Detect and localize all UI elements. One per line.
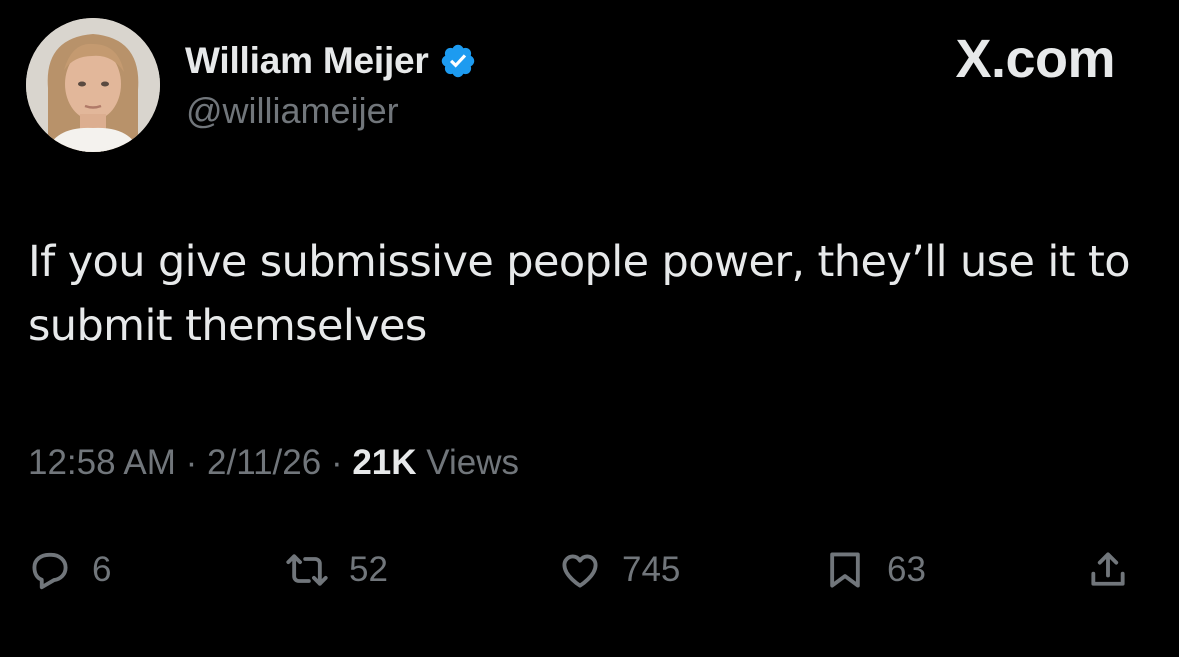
author-name-row[interactable]: William Meijer (185, 36, 477, 86)
repost-count: 52 (349, 550, 388, 589)
tweet-time[interactable]: 12:58 AM (28, 443, 176, 482)
author-display-name[interactable]: William Meijer (185, 40, 429, 82)
bookmark-button[interactable]: 63 (823, 540, 926, 600)
reply-button[interactable]: 6 (28, 540, 111, 600)
meta-separator: · (185, 443, 198, 482)
verified-badge-icon[interactable] (439, 42, 477, 80)
like-count: 745 (622, 550, 681, 589)
bookmark-count: 63 (887, 550, 926, 589)
action-bar: 6 52 745 63 (0, 540, 1179, 600)
brand-label: X.com (955, 29, 1115, 89)
views-label: Views (426, 443, 520, 482)
bookmark-icon (830, 552, 860, 588)
tweet-date[interactable]: 2/11/26 (207, 443, 321, 482)
author-handle[interactable]: @williameijer (186, 90, 399, 132)
repost-button[interactable]: 52 (285, 540, 388, 600)
tweet-meta: 12:58 AM · 2/11/26 · 21K Views (28, 443, 519, 483)
views-count: 21K (352, 443, 417, 482)
heart-icon (562, 554, 598, 588)
meta-separator: · (330, 443, 343, 482)
avatar[interactable] (26, 18, 160, 152)
repost-icon (286, 554, 328, 586)
tweet-text: If you give submissive people power, the… (28, 237, 1131, 351)
avatar-image (26, 18, 160, 152)
share-icon (1091, 552, 1125, 586)
reply-icon (32, 552, 68, 590)
reply-count: 6 (92, 550, 112, 589)
like-button[interactable]: 745 (558, 540, 680, 600)
share-button[interactable] (1086, 540, 1130, 600)
